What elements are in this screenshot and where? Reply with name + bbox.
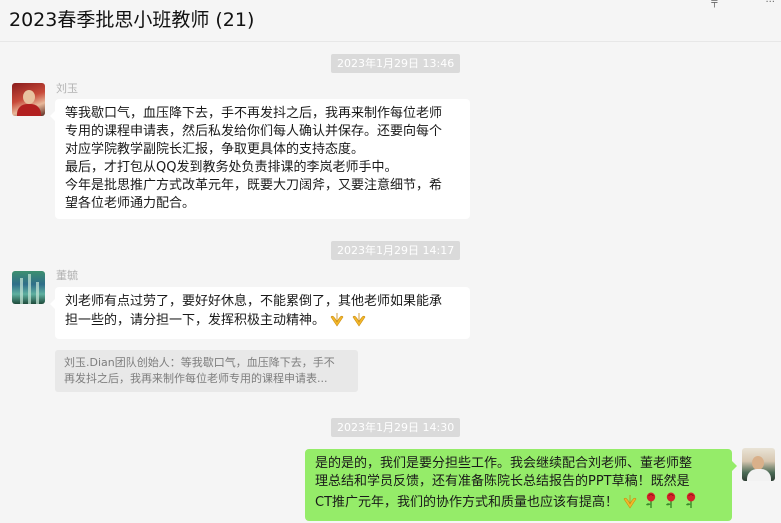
timestamp: 2023年1月29日 14:17 xyxy=(331,241,461,260)
rose-icon xyxy=(642,491,660,515)
pin-icon[interactable]: ╤ xyxy=(711,0,717,8)
chat-title[interactable]: 2023春季批思小班教师 (21) xyxy=(9,5,254,32)
avatar-body xyxy=(17,104,41,116)
avatar-face xyxy=(752,456,764,470)
quote-line: 再发抖之后，我再来制作每位老师专用的课程申请表... xyxy=(64,372,328,385)
message-line: 对应学院教学副院长汇报，争取更具体的支持态度。 xyxy=(65,142,365,157)
message-bubble[interactable]: 等我歇口气，血压降下去，手不再发抖之后，我再来制作每位老师 专用的课程申请表，然… xyxy=(50,99,470,219)
message-line-text: 担一些的，请分担一下，发挥积极主动精神。 xyxy=(65,313,326,328)
message-list[interactable]: 2023年1月29日 13:46 刘玉 等我歇口气，血压降下去，手不再发抖之后，… xyxy=(0,43,781,523)
rose-icon xyxy=(662,491,680,515)
avatar[interactable] xyxy=(742,448,775,481)
message-line: 望各位老师通力配合。 xyxy=(65,196,196,211)
praying-hands-icon xyxy=(349,311,369,333)
avatar-detail xyxy=(28,274,31,304)
message-line: 刘老师有点过劳了，要好好休息，不能累倒了，其他老师如果能承 xyxy=(65,294,443,309)
avatar[interactable] xyxy=(12,271,45,304)
message-line: 是的是的，我们是要分担些工作。我会继续配合刘老师、董老师整 xyxy=(315,456,693,471)
message-line: 最后，才打包从QQ发到教务处负责排课的李岚老师手中。 xyxy=(65,160,398,175)
avatar-detail xyxy=(36,282,39,304)
chat-header: 2023春季批思小班教师 (21) ╤ ··· xyxy=(0,0,781,42)
timestamp: 2023年1月29日 13:46 xyxy=(331,54,461,73)
message-line: 专用的课程申请表，然后私发给你们每人确认并保存。还要向每个 xyxy=(65,124,443,139)
message-bubble[interactable]: 刘老师有点过劳了，要好好休息，不能累倒了，其他老师如果能承 担一些的，请分担一下… xyxy=(50,287,470,339)
message-line: CT推广元年，我们的协作方式和质量也应该有提高！ xyxy=(315,491,722,515)
header-icons: ╤ ··· xyxy=(711,0,775,8)
message-bubble[interactable]: 是的是的，我们是要分担些工作。我会继续配合刘老师、董老师整 理总结和学员反馈，还… xyxy=(305,449,737,521)
praying-hands-icon xyxy=(620,493,640,515)
praying-hands-icon xyxy=(327,311,347,333)
quote-line: 刘玉.Dian团队创始人：等我歇口气，血压降下去，手不 xyxy=(64,356,335,369)
timestamp: 2023年1月29日 14:30 xyxy=(331,418,461,437)
more-icon[interactable]: ··· xyxy=(765,0,775,8)
message-line: 今年是批思推广方式改革元年，既要大刀阔斧，又要注意细节，希 xyxy=(65,178,443,193)
rose-icon xyxy=(682,491,700,515)
message-line-text: CT推广元年，我们的协作方式和质量也应该有提高！ xyxy=(315,495,619,510)
avatar-body xyxy=(747,469,771,481)
message-line: 担一些的，请分担一下，发挥积极主动精神。 xyxy=(65,311,460,333)
quoted-message[interactable]: 刘玉.Dian团队创始人：等我歇口气，血压降下去，手不 再发抖之后，我再来制作每… xyxy=(55,350,358,392)
sender-name: 刘玉 xyxy=(56,82,78,95)
avatar-detail xyxy=(20,278,23,304)
message-line: 理总结和学员反馈，还有准备陈院长总结报告的PPT草稿！既然是 xyxy=(315,474,690,489)
message-line: 等我歇口气，血压降下去，手不再发抖之后，我再来制作每位老师 xyxy=(65,106,443,121)
sender-name: 董毓 xyxy=(56,269,78,282)
avatar[interactable] xyxy=(12,83,45,116)
avatar-face xyxy=(23,90,35,104)
